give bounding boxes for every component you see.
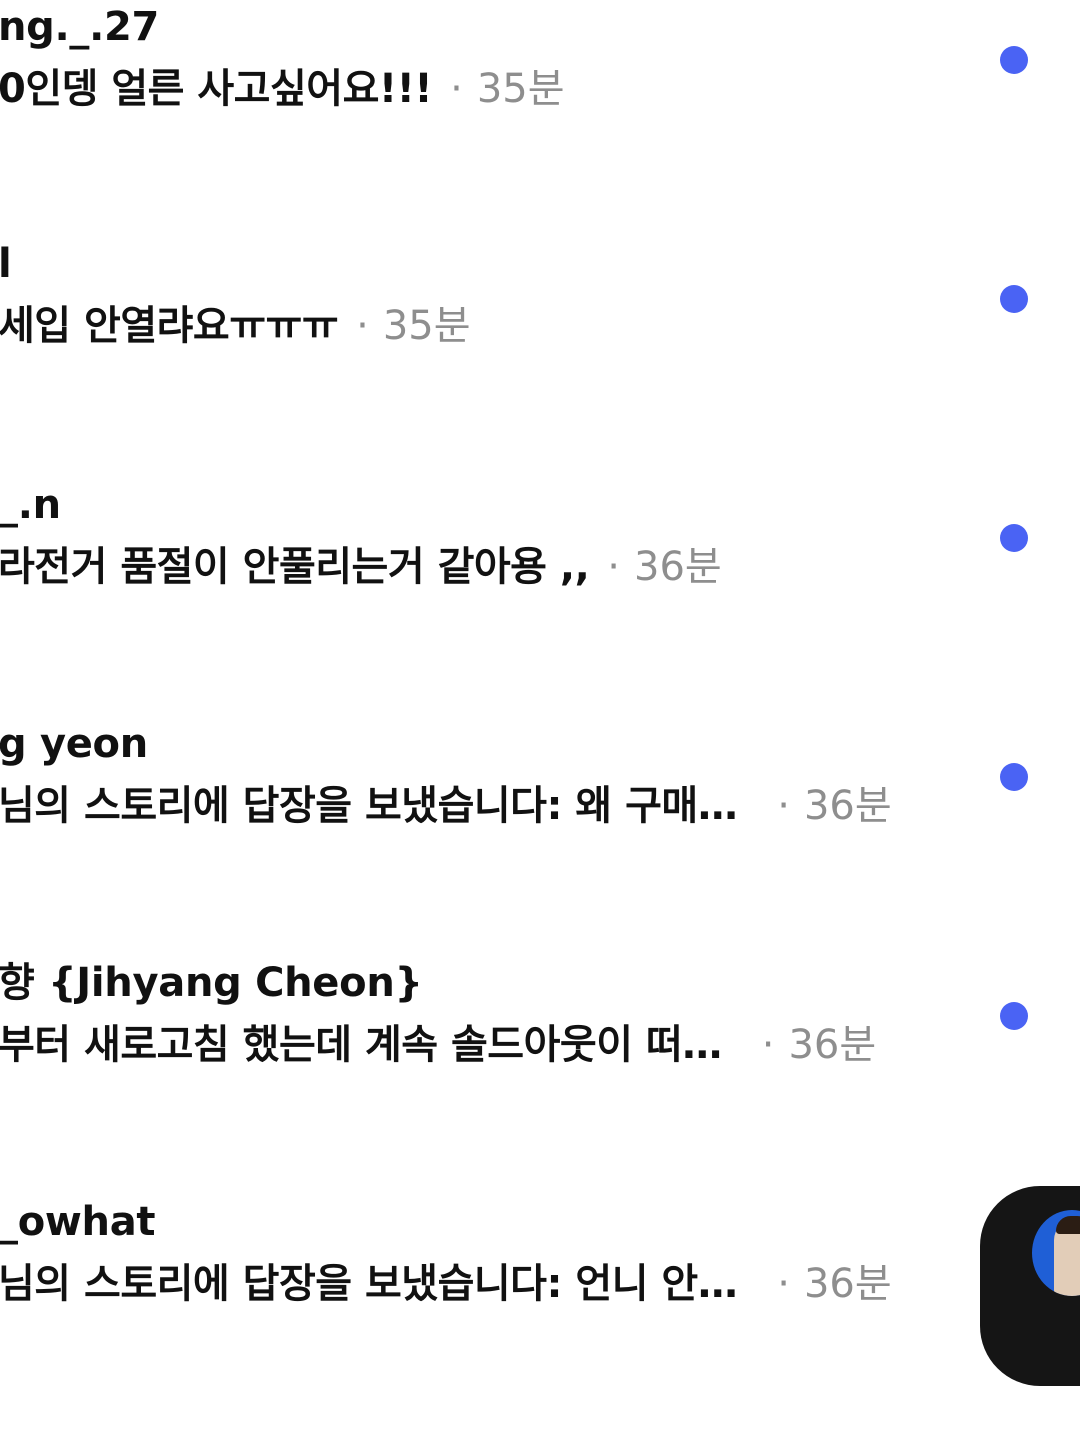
separator-dot: · — [450, 66, 463, 112]
message-text: 님의 스토리에 답장을 보냈습니다: 왜 구매… — [0, 783, 738, 829]
sender-name: 향 {Jihyang Cheon} — [0, 960, 423, 1006]
message-preview: 라전거 품절이 안풀리는거 같아용 ,, · 36분 — [0, 544, 722, 590]
timestamp: 35분 — [476, 66, 565, 112]
sender-name: _.n — [0, 482, 61, 528]
timestamp: 35분 — [382, 303, 471, 349]
unread-dot-icon — [1000, 1002, 1028, 1030]
sender-name: g yeon — [0, 721, 148, 767]
message-text: 부터 새로고침 했는데 계속 솔드아웃이 떠… — [0, 1022, 722, 1068]
unread-dot-icon — [1000, 524, 1028, 552]
unread-dot-icon — [1000, 763, 1028, 791]
sender-name: _owhat — [0, 1199, 156, 1245]
message-row[interactable]: _.n 라전거 품절이 안풀리는거 같아용 ,, · 36분 — [0, 478, 1080, 717]
unread-dot-icon — [1000, 46, 1028, 74]
separator-dot: · — [777, 1261, 790, 1307]
message-row[interactable]: _owhat 님의 스토리에 답장을 보냈습니다: 언니 안… · 36분 — [0, 1195, 1080, 1434]
message-preview: 님의 스토리에 답장을 보냈습니다: 왜 구매… · 36분 — [0, 783, 892, 829]
message-row[interactable]: l 세입 안열랴요ㅠㅠㅠ · 35분 — [0, 239, 1080, 478]
message-text: 0인뎅 얼른 사고싶어요!!! — [0, 66, 433, 112]
separator-dot: · — [356, 303, 369, 349]
message-list: ng._.27 0인뎅 얼른 사고싶어요!!! · 35분 l 세입 안열랴요ㅠ… — [0, 0, 1080, 1366]
separator-dot: · — [761, 1022, 775, 1068]
floating-avatar-bubble[interactable] — [980, 1186, 1080, 1386]
timestamp: 36분 — [788, 1022, 877, 1068]
timestamp: 36분 — [803, 1261, 892, 1307]
timestamp: 36분 — [803, 783, 892, 829]
message-row[interactable]: ng._.27 0인뎅 얼른 사고싶어요!!! · 35분 — [0, 0, 1080, 239]
unread-dot-icon — [1000, 285, 1028, 313]
message-text: 세입 안열랴요ㅠㅠㅠ — [0, 303, 339, 349]
sender-name: ng._.27 — [0, 4, 160, 50]
separator-dot: · — [607, 544, 621, 590]
message-preview: 부터 새로고침 했는데 계속 솔드아웃이 떠… · 36분 — [0, 1022, 876, 1068]
message-preview: 세입 안열랴요ㅠㅠㅠ · 35분 — [0, 303, 471, 349]
message-row[interactable]: g yeon 님의 스토리에 답장을 보냈습니다: 왜 구매… · 36분 — [0, 717, 1080, 956]
message-preview: 님의 스토리에 답장을 보냈습니다: 언니 안… · 36분 — [0, 1261, 892, 1307]
avatar-hair — [1056, 1216, 1080, 1234]
message-row[interactable]: 향 {Jihyang Cheon} 부터 새로고침 했는데 계속 솔드아웃이 떠… — [0, 956, 1080, 1195]
message-preview: 0인뎅 얼른 사고싶어요!!! · 35분 — [0, 66, 565, 112]
timestamp: 36분 — [634, 544, 722, 590]
message-text: 라전거 품절이 안풀리는거 같아용 ,, — [0, 544, 590, 590]
message-text: 님의 스토리에 답장을 보냈습니다: 언니 안… — [0, 1261, 738, 1307]
sender-name: l — [0, 241, 12, 287]
separator-dot: · — [777, 783, 790, 829]
